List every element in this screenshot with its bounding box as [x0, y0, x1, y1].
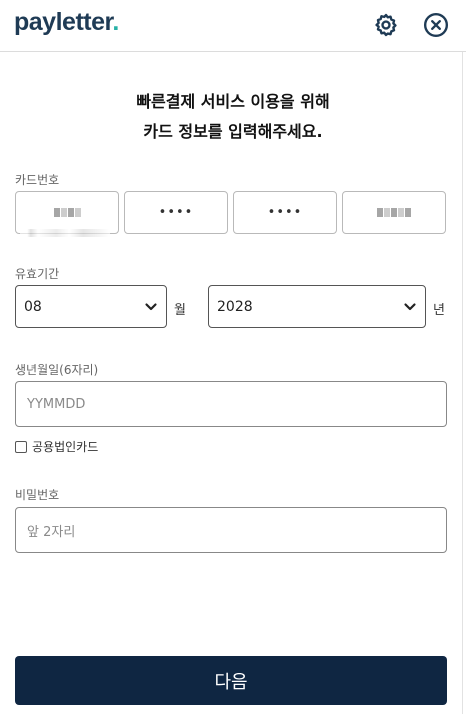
corporate-card-label: 공용법인카드	[32, 440, 99, 454]
password-label: 비밀번호	[15, 488, 60, 502]
close-button[interactable]	[422, 11, 450, 39]
logo-pay: pay	[14, 8, 56, 36]
expiry-label: 유효기간	[15, 267, 60, 281]
payletter-logo: payletter.	[14, 8, 119, 37]
birth-input[interactable]: YYMMDD	[15, 381, 447, 427]
chevron-down-icon	[404, 303, 416, 311]
scrollbar-track	[462, 52, 463, 714]
masked-artifact	[20, 229, 110, 237]
expiry-month-value: 08	[24, 298, 42, 315]
expiry-month-select[interactable]: 08	[15, 285, 167, 328]
expiry-year-select[interactable]: 2028	[208, 285, 426, 328]
close-circle-icon	[423, 12, 449, 38]
settings-button[interactable]	[372, 11, 400, 39]
birth-label: 생년월일(6자리)	[15, 363, 99, 377]
masked-digits	[377, 208, 411, 217]
birth-placeholder: YYMMDD	[27, 396, 86, 412]
next-button[interactable]: 다음	[15, 656, 447, 705]
card-number-field-3[interactable]: ••••	[233, 191, 337, 234]
password-placeholder: 앞 2자리	[27, 524, 76, 540]
year-unit: 년	[433, 303, 445, 318]
chevron-down-icon	[145, 303, 157, 311]
card-number-field-1[interactable]	[15, 191, 119, 234]
logo-letter: letter	[55, 8, 113, 36]
password-input[interactable]: 앞 2자리	[15, 507, 447, 553]
headline-line-2: 카드 정보를 입력해주세요.	[143, 122, 323, 141]
gear-icon	[375, 13, 397, 37]
masked-digits	[53, 208, 81, 217]
card-number-label: 카드번호	[15, 173, 60, 187]
headline-line-1: 빠른결제 서비스 이용을 위해	[136, 92, 330, 111]
corporate-card-checkbox[interactable]	[15, 440, 27, 453]
card-number-field-4[interactable]	[342, 191, 446, 234]
month-unit: 월	[174, 303, 186, 318]
card-number-field-2[interactable]: ••••	[124, 191, 228, 234]
expiry-year-value: 2028	[217, 298, 253, 315]
logo-dot: .	[112, 8, 119, 36]
corporate-card-option[interactable]: 공용법인카드	[15, 438, 98, 455]
header: payletter.	[0, 0, 466, 52]
